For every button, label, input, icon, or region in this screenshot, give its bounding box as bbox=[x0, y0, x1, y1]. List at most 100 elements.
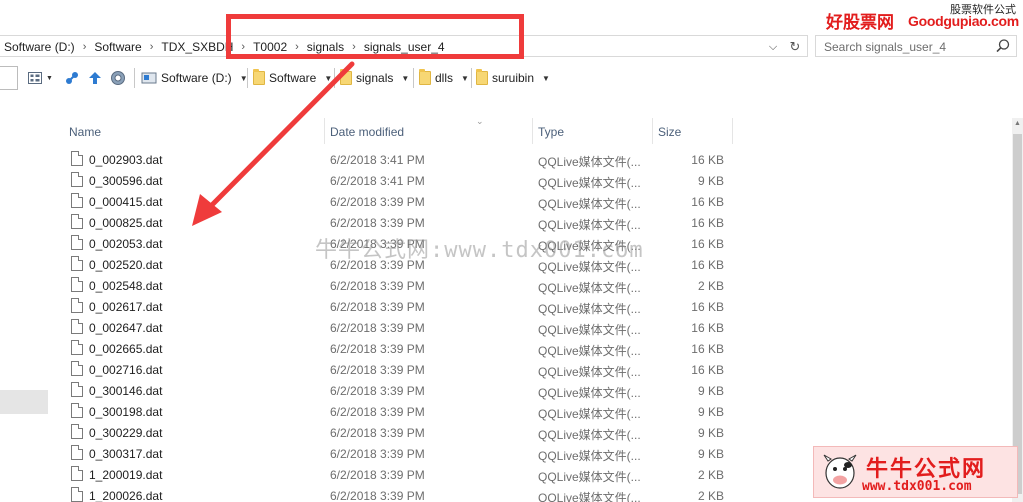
file-icon bbox=[71, 487, 83, 502]
file-icon bbox=[71, 151, 83, 166]
toolbar-left-field[interactable] bbox=[0, 66, 18, 90]
file-size: 16 KB bbox=[691, 300, 724, 314]
folder-suruibin-dropdown[interactable]: suruibin ▼ bbox=[476, 68, 550, 88]
file-row[interactable]: 0_000415.dat 6/2/2018 3:39 PM QQLive媒体文件(.… bbox=[52, 191, 752, 212]
file-name: 0_002716.dat bbox=[89, 363, 163, 377]
file-type: QQLive媒体文件(... bbox=[538, 197, 641, 211]
breadcrumb-software[interactable]: Software bbox=[90, 40, 145, 54]
logo-chinese: 好股票网 bbox=[826, 13, 894, 32]
file-size: 16 KB bbox=[691, 342, 724, 356]
chevron-down-icon: ⌵ bbox=[768, 41, 778, 53]
map-drive-button[interactable] bbox=[64, 68, 80, 88]
toolbar-divider bbox=[247, 68, 248, 88]
file-type: QQLive媒体文件(... bbox=[538, 281, 641, 295]
file-row[interactable]: 0_300229.dat 6/2/2018 3:39 PM QQLive媒体文件(.… bbox=[52, 422, 752, 443]
file-date-modified: 6/2/2018 3:39 PM bbox=[330, 342, 425, 356]
vertical-scrollbar[interactable]: ▲ bbox=[1012, 118, 1023, 502]
toolbar-divider bbox=[471, 68, 472, 88]
folder-label: Software bbox=[269, 71, 317, 85]
file-row[interactable]: 0_002617.dat 6/2/2018 3:39 PM QQLive媒体文件(.… bbox=[52, 296, 752, 317]
file-date-modified: 6/2/2018 3:39 PM bbox=[330, 279, 425, 293]
file-type: QQLive媒体文件(... bbox=[538, 491, 641, 502]
column-divider[interactable] bbox=[324, 118, 325, 144]
file-row[interactable]: 0_300317.dat 6/2/2018 3:39 PM QQLive媒体文件(.… bbox=[52, 443, 752, 464]
file-row[interactable]: 0_300596.dat 6/2/2018 3:41 PM QQLive媒体文件(.… bbox=[52, 170, 752, 191]
file-row[interactable]: 0_002665.dat 6/2/2018 3:39 PM QQLive媒体文件(.… bbox=[52, 338, 752, 359]
toolbar: ▼ Software (D:) ▼ Software ▼ signals ▼ d… bbox=[0, 64, 1023, 92]
network-drive-icon bbox=[66, 72, 78, 84]
folder-icon bbox=[419, 69, 431, 85]
file-row[interactable]: 1_200019.dat 6/2/2018 3:39 PM QQLive媒体文件(.… bbox=[52, 464, 752, 485]
column-header-size[interactable]: Size bbox=[658, 125, 681, 139]
file-size: 9 KB bbox=[697, 405, 724, 419]
folder-software-dropdown[interactable]: Software ▼ bbox=[253, 68, 332, 88]
column-header-row: ⌄ Name Date modified Type Size bbox=[52, 116, 752, 144]
search-input[interactable]: Search signals_user_4 bbox=[815, 35, 1017, 57]
file-size: 16 KB bbox=[691, 237, 724, 251]
file-row[interactable]: 0_002716.dat 6/2/2018 3:39 PM QQLive媒体文件(.… bbox=[52, 359, 752, 380]
column-divider[interactable] bbox=[732, 118, 733, 144]
view-button[interactable]: ▼ bbox=[28, 68, 53, 88]
file-size: 9 KB bbox=[697, 384, 724, 398]
folder-icon bbox=[340, 69, 352, 85]
file-row[interactable]: 0_000825.dat 6/2/2018 3:39 PM QQLive媒体文件(.… bbox=[52, 212, 752, 233]
file-size: 16 KB bbox=[691, 321, 724, 335]
file-icon bbox=[71, 298, 83, 313]
drive-dropdown[interactable]: Software (D:) ▼ bbox=[141, 68, 248, 88]
file-icon bbox=[71, 424, 83, 439]
file-icon bbox=[71, 445, 83, 460]
folder-label: signals bbox=[356, 71, 394, 85]
address-history-dropdown[interactable]: ⌵ bbox=[764, 39, 782, 55]
file-name: 0_300317.dat bbox=[89, 447, 163, 461]
file-icon bbox=[71, 277, 83, 292]
folder-dlls-dropdown[interactable]: dlls ▼ bbox=[419, 68, 469, 88]
file-date-modified: 6/2/2018 3:39 PM bbox=[330, 300, 425, 314]
file-row[interactable]: 0_300198.dat 6/2/2018 3:39 PM QQLive媒体文件(.… bbox=[52, 401, 752, 422]
folder-signals-dropdown[interactable]: signals ▼ bbox=[340, 68, 409, 88]
folder-icon bbox=[253, 69, 265, 85]
file-name: 0_002520.dat bbox=[89, 258, 163, 272]
file-icon bbox=[71, 403, 83, 418]
file-type: QQLive媒体文件(... bbox=[538, 155, 641, 169]
column-divider[interactable] bbox=[652, 118, 653, 144]
settings-button[interactable] bbox=[109, 68, 127, 88]
nav-pane-selected-item[interactable] bbox=[0, 390, 48, 414]
file-size: 2 KB bbox=[697, 279, 724, 293]
chevron-right-icon[interactable]: › bbox=[146, 41, 158, 53]
file-date-modified: 6/2/2018 3:39 PM bbox=[330, 195, 425, 209]
badge-url: www.tdx001.com bbox=[862, 479, 972, 494]
chevron-down-icon: ▼ bbox=[542, 73, 550, 83]
file-date-modified: 6/2/2018 3:41 PM bbox=[330, 153, 425, 167]
toolbar-divider bbox=[134, 68, 135, 88]
scrollbar-thumb[interactable] bbox=[1013, 134, 1022, 494]
breadcrumb-drive[interactable]: Software (D:) bbox=[0, 40, 79, 54]
site-logo: 好股票网 Goodgupiao.com 股票软件公式 bbox=[824, 4, 1023, 32]
file-name: 0_002548.dat bbox=[89, 279, 163, 293]
view-grid-icon bbox=[28, 72, 42, 84]
drive-label: Software (D:) bbox=[161, 71, 232, 85]
column-header-date[interactable]: Date modified bbox=[330, 125, 404, 139]
file-name: 0_002617.dat bbox=[89, 300, 163, 314]
file-type: QQLive媒体文件(... bbox=[538, 449, 641, 463]
column-header-type[interactable]: Type bbox=[538, 125, 564, 139]
chevron-right-icon[interactable]: › bbox=[79, 41, 91, 53]
file-icon bbox=[71, 256, 83, 271]
file-icon bbox=[71, 361, 83, 376]
scroll-up-icon[interactable]: ▲ bbox=[1014, 120, 1021, 127]
search-icon[interactable] bbox=[994, 37, 1012, 55]
file-row[interactable]: 0_002548.dat 6/2/2018 3:39 PM QQLive媒体文件(.… bbox=[52, 275, 752, 296]
file-name: 0_300146.dat bbox=[89, 384, 163, 398]
file-row[interactable]: 0_300146.dat 6/2/2018 3:39 PM QQLive媒体文件(.… bbox=[52, 380, 752, 401]
column-header-name[interactable]: Name bbox=[69, 125, 101, 139]
refresh-button[interactable]: ↻ bbox=[784, 37, 806, 57]
up-folder-button[interactable] bbox=[87, 68, 103, 88]
file-name: 0_002647.dat bbox=[89, 321, 163, 335]
column-divider[interactable] bbox=[532, 118, 533, 144]
file-row[interactable]: 0_002903.dat 6/2/2018 3:41 PM QQLive媒体文件(.… bbox=[52, 149, 752, 170]
cow-mascot-icon bbox=[823, 454, 857, 489]
file-row[interactable]: 0_002647.dat 6/2/2018 3:39 PM QQLive媒体文件(.… bbox=[52, 317, 752, 338]
chevron-down-icon: ▼ bbox=[46, 74, 53, 82]
file-name: 0_002665.dat bbox=[89, 342, 163, 356]
file-row[interactable]: 1_200026.dat 6/2/2018 3:39 PM QQLive媒体文件(.… bbox=[52, 485, 752, 502]
file-icon bbox=[71, 172, 83, 187]
